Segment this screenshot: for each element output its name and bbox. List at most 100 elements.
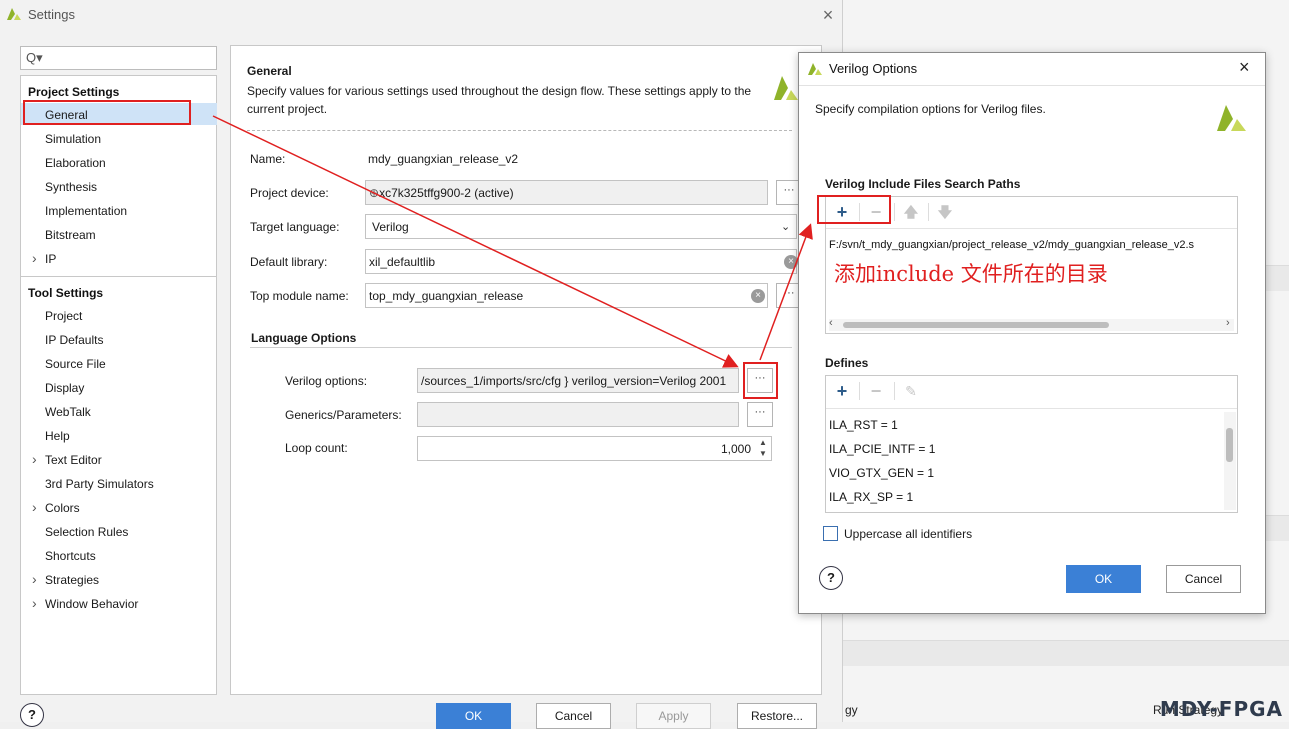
nav-item-display[interactable]: Display [45,381,84,395]
annotation-box-general [23,100,191,125]
section-separator [250,347,792,348]
scrollbar-thumb[interactable] [843,322,1109,328]
plus-icon[interactable]: + [830,381,854,403]
arrow-down-icon[interactable]: 🡇 [933,202,957,224]
chevron-down-icon[interactable]: ⌄ [781,220,790,233]
nav-section-project-settings: Project Settings [28,85,120,99]
define-item[interactable]: ILA_RX_SP = 1 [829,490,913,504]
window-title: Settings [28,7,75,22]
nav-item-source-file[interactable]: Source File [45,357,106,371]
verilog-options-label: Verilog options: [285,374,368,388]
chevron-left-icon[interactable]: ‹ [829,317,833,329]
header-separator [247,130,792,131]
define-item[interactable]: ILA_RST = 1 [829,418,898,432]
dialog-description: Specify compilation options for Verilog … [815,102,1046,116]
name-value: mdy_guangxian_release_v2 [368,152,519,166]
edit-icon[interactable]: ✎ [899,381,923,403]
nav-item-simulation[interactable]: Simulation [45,132,101,146]
nav-item-colors[interactable]: Colors [32,499,80,515]
toolbar-separator [928,203,929,221]
dialog-cancel-button[interactable]: Cancel [1166,565,1241,593]
clear-icon[interactable]: × [784,255,798,269]
search-icon: Q▾ [26,50,43,65]
target-language-select[interactable]: Verilog [365,214,797,239]
toolbar-separator [859,382,860,400]
toolbar-separator [894,382,895,400]
nav-item-project[interactable]: Project [45,309,82,323]
toolbar-divider [826,408,1237,409]
uppercase-checkbox[interactable] [823,526,838,541]
nav-item-implementation[interactable]: Implementation [45,204,127,218]
target-language-value: Verilog [372,220,409,234]
default-library-label: Default library: [250,255,328,269]
nav-item-ip[interactable]: IP [32,250,57,266]
include-paths-title: Verilog Include Files Search Paths [825,177,1021,191]
loop-count-input[interactable]: 1,000 [417,436,772,461]
project-device-label: Project device: [250,186,329,200]
background-band [843,640,1289,666]
define-item[interactable]: ILA_PCIE_INTF = 1 [829,442,935,456]
top-module-label: Top module name: [250,289,349,303]
title-divider [799,85,1265,86]
toolbar-separator [894,203,895,221]
restore-button[interactable]: Restore... [737,703,817,729]
nav-item-3rd-party-simulators[interactable]: 3rd Party Simulators [45,477,154,491]
top-module-input[interactable]: top_mdy_guangxian_release [365,283,768,308]
defines-title: Defines [825,356,869,370]
background-bottom-text: gy [845,703,858,717]
vertical-scrollbar[interactable] [1224,412,1236,510]
help-icon[interactable]: ? [20,703,44,727]
language-options-title: Language Options [251,331,357,345]
project-device-value: xc7k325tffg900-2 (active) [379,186,514,200]
loop-count-stepper[interactable]: ▲ ▼ [759,437,767,459]
cancel-button[interactable]: Cancel [536,703,611,729]
nav-item-window-behavior[interactable]: Window Behavior [32,595,138,611]
close-icon[interactable]: × [1239,57,1250,78]
toolbar-divider [826,228,1237,229]
nav-divider [21,276,217,277]
defines-list: + − ✎ ILA_RST = 1 ILA_PCIE_INTF = 1 VIO_… [825,375,1238,513]
nav-item-synthesis[interactable]: Synthesis [45,180,97,194]
nav-item-selection-rules[interactable]: Selection Rules [45,525,128,539]
search-input[interactable]: Q▾ [20,46,217,70]
minus-icon[interactable]: − [864,381,888,403]
generics-parameters-browse-button[interactable]: ··· [747,402,773,427]
chip-icon: ⊕ [369,186,380,200]
generics-parameters-label: Generics/Parameters: [285,408,402,422]
nav-item-ip-defaults[interactable]: IP Defaults [45,333,103,347]
generics-parameters-field [417,402,739,427]
define-item[interactable]: VIO_GTX_GEN = 1 [829,466,934,480]
default-library-input[interactable]: xil_defaultlib [365,249,797,274]
nav-item-webtalk[interactable]: WebTalk [45,405,91,419]
nav-item-bitstream[interactable]: Bitstream [45,228,96,242]
annotation-box-verilog-options [743,362,778,399]
nav-item-elaboration[interactable]: Elaboration [45,156,106,170]
name-label: Name: [250,152,286,166]
default-library-value: xil_defaultlib [369,255,436,269]
xilinx-logo-icon [7,8,21,20]
top-module-value: top_mdy_guangxian_release [369,289,524,303]
horizontal-scrollbar[interactable]: ‹ › [829,317,1234,331]
loop-count-value: 1,000 [720,442,751,456]
help-icon[interactable]: ? [819,566,843,590]
apply-button[interactable]: Apply [636,703,711,729]
clear-icon[interactable]: × [751,289,765,303]
chevron-right-icon[interactable]: › [1226,317,1230,329]
nav-item-help[interactable]: Help [45,429,70,443]
dialog-ok-button[interactable]: OK [1066,565,1141,593]
scrollbar-thumb[interactable] [1226,428,1233,462]
nav-item-text-editor[interactable]: Text Editor [32,451,102,467]
verilog-options-value: /sources_1/imports/src/cfg } verilog_ver… [421,374,727,388]
xilinx-logo-icon [1217,105,1246,131]
nav-item-shortcuts[interactable]: Shortcuts [45,549,96,563]
page-description: Specify values for various settings used… [247,84,752,116]
nav-item-strategies[interactable]: Strategies [32,571,99,587]
watermark: MDY-FPGA [1159,697,1283,721]
close-icon[interactable]: × [819,5,837,26]
uppercase-label: Uppercase all identifiers [844,527,973,541]
arrow-up-icon[interactable]: 🡅 [899,202,923,224]
dialog-title: Verilog Options [829,61,918,76]
ok-button[interactable]: OK [436,703,511,729]
project-device-field: ⊕xc7k325tffg900-2 (active) [365,180,768,205]
include-path-item[interactable]: F:/svn/t_mdy_guangxian/project_release_v… [829,239,1235,251]
